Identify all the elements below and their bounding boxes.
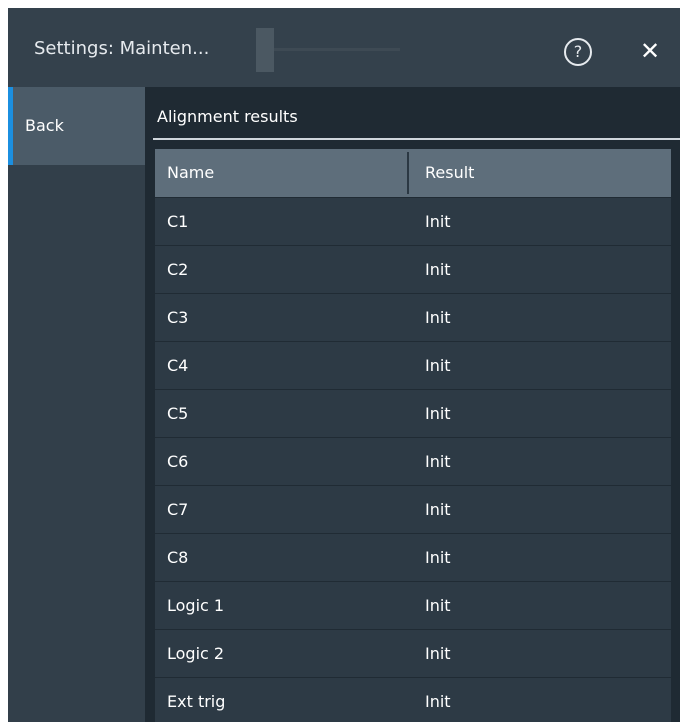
- table-row[interactable]: C7 Init: [155, 485, 671, 533]
- cell-result: Init: [425, 500, 451, 519]
- table-row[interactable]: C5 Init: [155, 389, 671, 437]
- table-row[interactable]: Logic 2 Init: [155, 629, 671, 677]
- table-body: C1 Init C2 Init C3 Init C4 Init C5 Init C6 Init C7 In…: [155, 197, 671, 722]
- table-row[interactable]: Ext trig Init: [155, 677, 671, 722]
- back-button[interactable]: Back: [8, 87, 145, 165]
- dialog-title: Settings: Mainten...: [34, 38, 210, 59]
- cell-result: Init: [425, 596, 451, 615]
- alignment-results-table: Name Result C1 Init C2 Init C3 Init C4 Init C5 In…: [155, 149, 671, 722]
- cell-name: C8: [167, 548, 189, 567]
- settings-dialog: Settings: Mainten... ? ✕ Back Alignment …: [8, 8, 680, 722]
- cell-result: Init: [425, 644, 451, 663]
- main-panel: Alignment results Name Result C1 Init C2 In…: [145, 87, 680, 722]
- column-divider[interactable]: [407, 152, 409, 194]
- cell-name: C1: [167, 212, 189, 231]
- table-header: Name Result: [155, 149, 671, 197]
- cell-name: C5: [167, 404, 189, 423]
- table-row[interactable]: C1 Init: [155, 197, 671, 245]
- transparency-slider-handle[interactable]: [256, 28, 274, 72]
- sidebar: Back: [8, 87, 145, 722]
- active-indicator: [8, 87, 13, 165]
- cell-result: Init: [425, 356, 451, 375]
- cell-name: C2: [167, 260, 189, 279]
- column-header-result[interactable]: Result: [425, 149, 474, 197]
- cell-result: Init: [425, 692, 451, 711]
- cell-name: C4: [167, 356, 189, 375]
- cell-result: Init: [425, 308, 451, 327]
- table-row[interactable]: C2 Init: [155, 245, 671, 293]
- section-divider: [153, 138, 680, 140]
- close-icon[interactable]: ✕: [638, 38, 662, 64]
- table-row[interactable]: C6 Init: [155, 437, 671, 485]
- table-row[interactable]: C8 Init: [155, 533, 671, 581]
- table-row[interactable]: C3 Init: [155, 293, 671, 341]
- cell-name: C6: [167, 452, 189, 471]
- transparency-slider-track[interactable]: [274, 48, 400, 51]
- section-title: Alignment results: [157, 107, 298, 126]
- title-bar: Settings: Mainten... ? ✕: [8, 8, 680, 87]
- cell-result: Init: [425, 212, 451, 231]
- cell-result: Init: [425, 548, 451, 567]
- table-row[interactable]: Logic 1 Init: [155, 581, 671, 629]
- column-header-name[interactable]: Name: [167, 149, 214, 197]
- cell-name: Logic 1: [167, 596, 225, 615]
- cell-name: C3: [167, 308, 189, 327]
- cell-name: C7: [167, 500, 189, 519]
- cell-result: Init: [425, 260, 451, 279]
- cell-result: Init: [425, 404, 451, 423]
- table-row[interactable]: C4 Init: [155, 341, 671, 389]
- cell-name: Ext trig: [167, 692, 226, 711]
- help-icon[interactable]: ?: [564, 38, 592, 66]
- back-label: Back: [25, 116, 64, 135]
- cell-name: Logic 2: [167, 644, 225, 663]
- cell-result: Init: [425, 452, 451, 471]
